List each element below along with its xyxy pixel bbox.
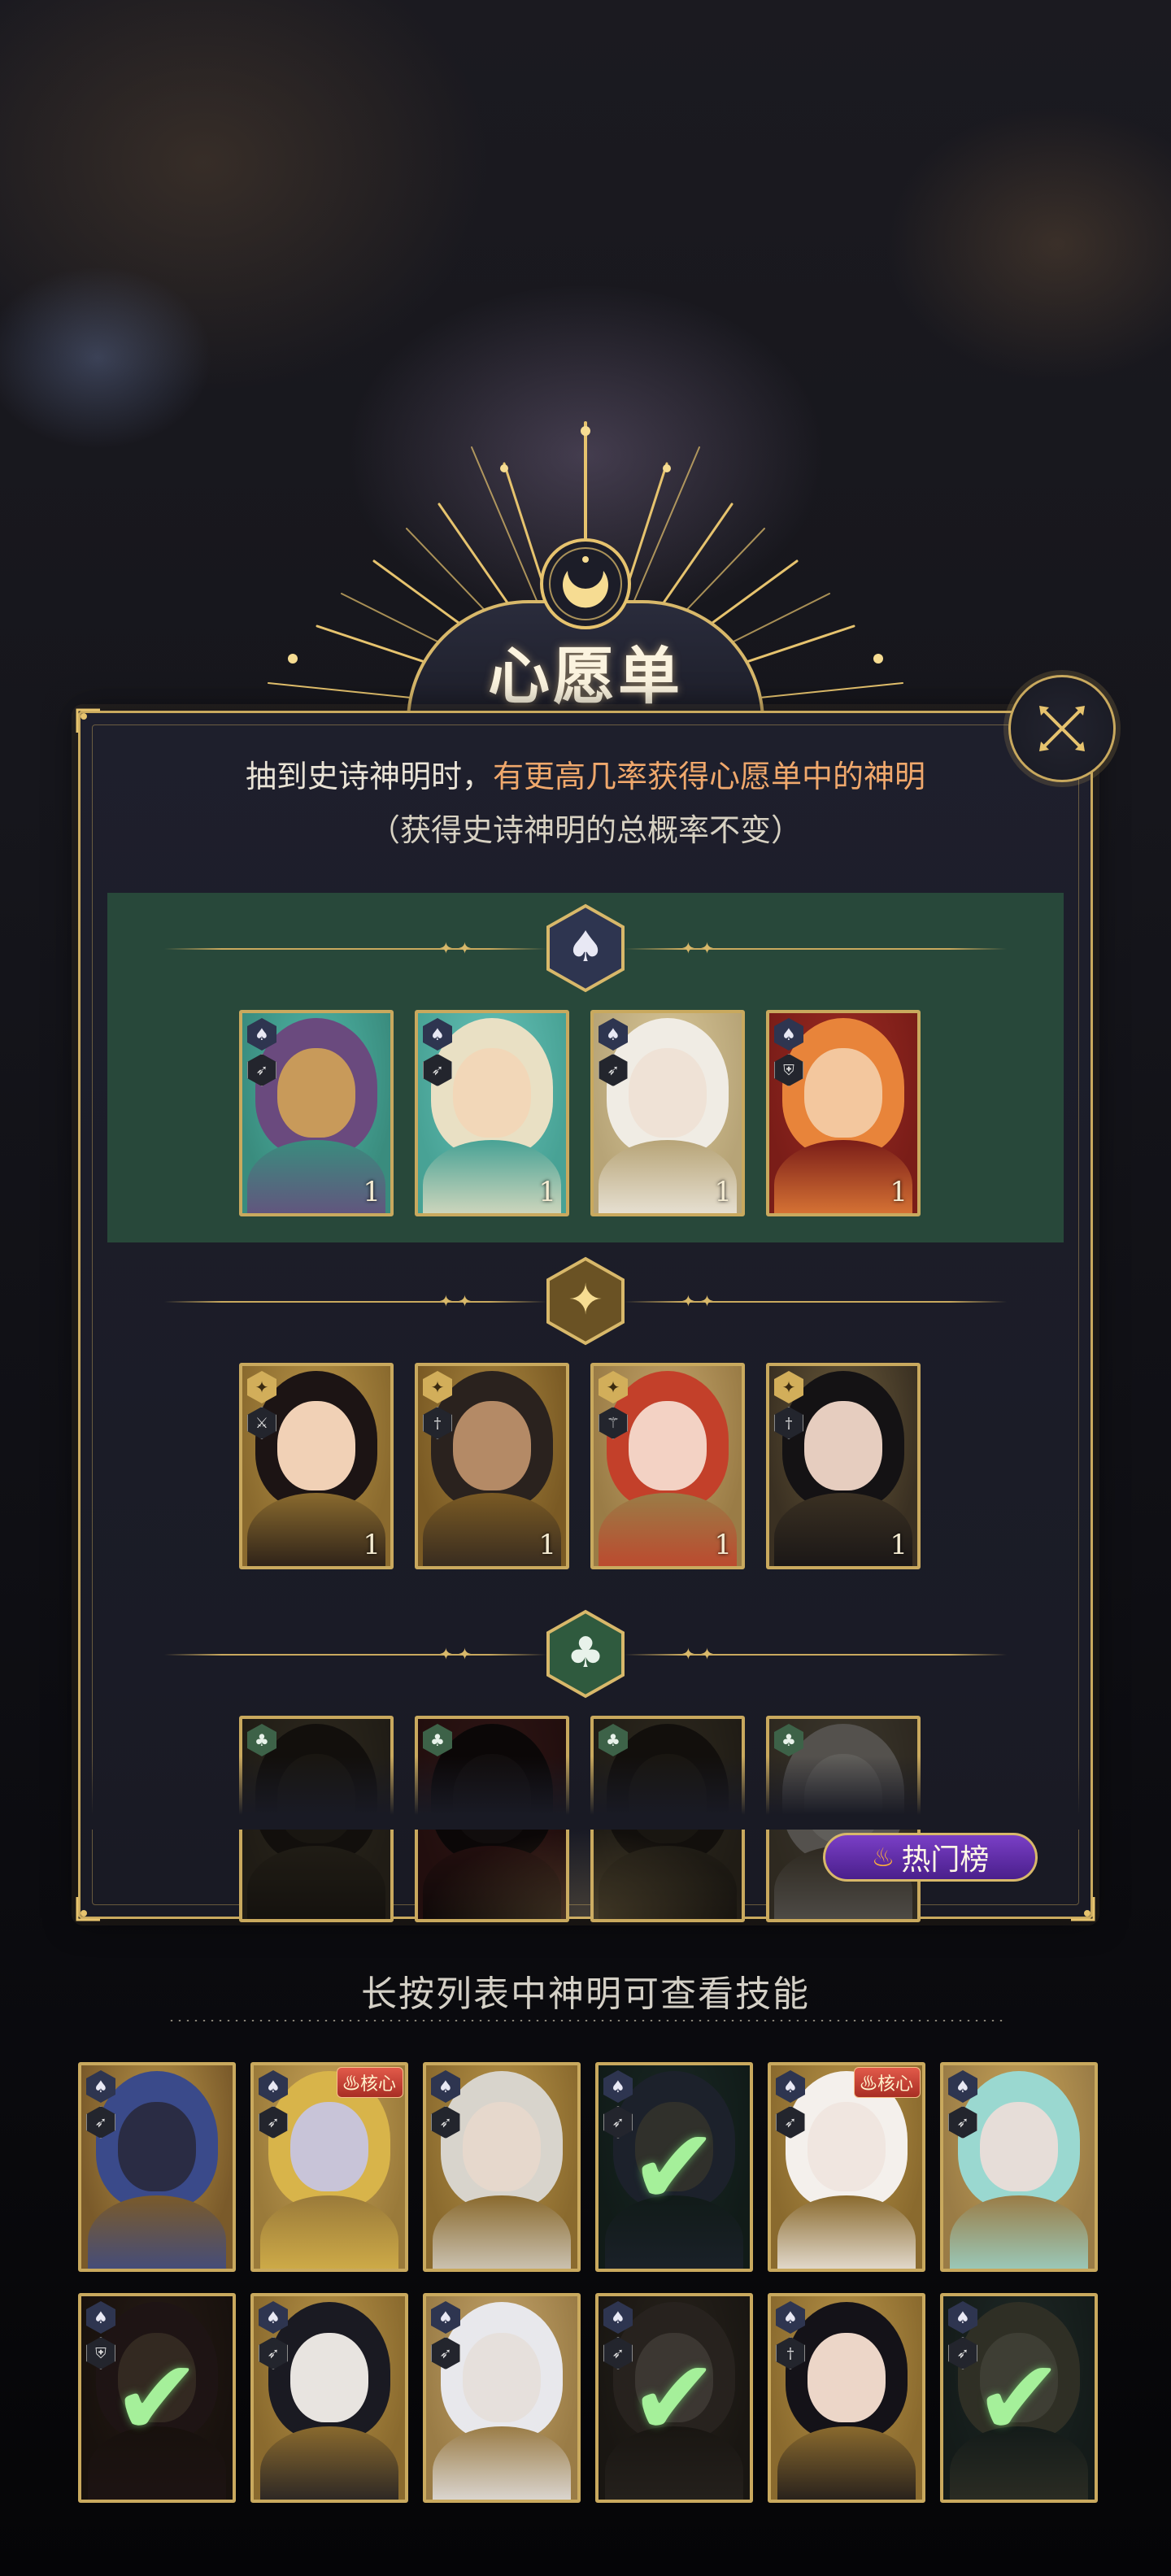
svg-text:✦: ✦ (568, 1276, 603, 1325)
god-card[interactable]: ♠ ➶ (423, 2293, 581, 2503)
tier-badge-sparkle-icon[interactable]: ✦ (545, 1255, 626, 1347)
god-card[interactable]: ♠ ➶ (250, 2293, 408, 2503)
god-card[interactable]: ✦ ⚚ 1 (590, 1363, 745, 1569)
tier-badge-spade-icon[interactable]: ♠ (545, 903, 626, 994)
probability-note: （获得史诗神明的总概率不变） (368, 812, 802, 848)
star-dots: ✦ ✦ (439, 1291, 472, 1311)
portrait-face (277, 1401, 355, 1491)
god-card[interactable]: ♠ ➶ ✔ (595, 2293, 753, 2503)
portrait-face (118, 2102, 196, 2191)
portrait-face (463, 2333, 541, 2422)
tier-rule (164, 1654, 546, 1656)
hot-ranking-button[interactable]: ♨ 热门榜 (823, 1833, 1038, 1882)
god-card[interactable]: ♠ ➶ ✔ (595, 2062, 753, 2272)
god-card[interactable]: ♠ † (768, 2293, 925, 2503)
tier-card-row: ♠ ➶ 1 ♠ ➶ 1 ♠ ➶ 1 ♠ ⛨ 1 (239, 1010, 921, 1216)
corner-ornament-icon (76, 708, 100, 733)
star-dots: ✦ ✦ (439, 938, 472, 958)
tier-badge-club-icon[interactable]: ♣ (545, 1608, 626, 1699)
flame-icon: ♨ (871, 1842, 895, 1873)
portrait-face (980, 2102, 1058, 2191)
portrait-face (804, 1048, 882, 1138)
panel-bottom-glow (423, 1830, 748, 1919)
god-card[interactable]: ♠ ➶ (940, 2062, 1098, 2272)
god-card[interactable]: ♠ ➶ 1 (415, 1010, 569, 1216)
portrait-face (277, 1048, 355, 1138)
svg-text:♠: ♠ (567, 923, 605, 972)
roster-row: ♠ ➶ ♠ ➶ ♨核心 ♠ ➶ ♠ ➶ ✔ ♠ ➶ ♨核心 ♠ ➶ (78, 2062, 1098, 2272)
god-card[interactable]: ✦ † 1 (415, 1363, 569, 1569)
core-tag-badge: ♨核心 (336, 2067, 403, 2098)
tier-rule (164, 1301, 546, 1303)
god-card[interactable]: ♠ ⛨ ✔ (78, 2293, 236, 2503)
tier-card-row: ✦ ⚔ 1 ✦ † 1 ✦ ⚚ 1 ✦ † 1 (239, 1363, 921, 1569)
star-dots: ✦ ✦ (681, 938, 714, 958)
check-mark-icon: ✔ (974, 2336, 1064, 2460)
portrait-face (290, 2102, 368, 2191)
core-tag-badge: ♨核心 (853, 2067, 921, 2098)
check-mark-icon: ✔ (112, 2336, 202, 2460)
card-level: 1 (890, 1176, 908, 1208)
card-level: 1 (363, 1529, 381, 1561)
dotted-divider (168, 2020, 1003, 2021)
card-level: 1 (714, 1529, 732, 1561)
long-press-hint: 长按列表中神明可查看技能 (361, 1973, 810, 2015)
card-level: 1 (714, 1176, 732, 1208)
star-dots: ✦ ✦ (439, 1644, 472, 1664)
portrait-face (629, 1401, 707, 1491)
svg-text:♣: ♣ (567, 1629, 605, 1677)
god-card[interactable]: ♠ ➶ (78, 2062, 236, 2272)
card-level: 1 (890, 1529, 908, 1561)
portrait-face (463, 2102, 541, 2191)
subtitle-highlight: 有更高几率获得心愿单中的神明 (493, 759, 926, 794)
card-level: 1 (538, 1176, 556, 1208)
god-card[interactable]: ♠ ➶ ✔ (940, 2293, 1098, 2503)
hot-ranking-label: 热门榜 (901, 1843, 990, 1877)
moon-emblem-icon (540, 538, 631, 629)
god-card[interactable]: ✦ ⚔ 1 (239, 1363, 394, 1569)
portrait-face (453, 1401, 531, 1491)
corner-ornament-icon (76, 1897, 100, 1921)
dialog-title: 心愿单 (488, 640, 683, 712)
list-fade (81, 1756, 1090, 1830)
subtitle-plain: 抽到史诗神明时， (245, 759, 493, 794)
god-card[interactable]: ♠ ➶ ♨核心 (768, 2062, 925, 2272)
check-mark-icon: ✔ (629, 2105, 719, 2229)
portrait-face (808, 2102, 886, 2191)
portrait-face (290, 2333, 368, 2422)
corner-ornament-icon (1071, 1897, 1095, 1921)
star-dots: ✦ ✦ (681, 1291, 714, 1311)
god-card[interactable]: ♠ ➶ (423, 2062, 581, 2272)
god-card[interactable]: ♠ ➶ ♨核心 (250, 2062, 408, 2272)
wishlist-tier: ✦ ✦ ✦ ✦ ♣ ♣ ♣ ♣ ♣ (107, 1599, 1064, 1922)
tier-rule (164, 948, 546, 950)
god-card[interactable]: ♠ ⛨ 1 (766, 1010, 921, 1216)
check-mark-icon: ✔ (629, 2336, 719, 2460)
portrait-face (808, 2333, 886, 2422)
portrait-face (629, 1048, 707, 1138)
wishlist-tier: ✦ ✦ ✦ ✦ ♠ ♠ ➶ 1 ♠ ➶ 1 ♠ ➶ 1 ♠ ⛨ 1 (107, 893, 1064, 1242)
portrait-face (804, 1401, 882, 1491)
star-dots: ✦ ✦ (681, 1644, 714, 1664)
god-card[interactable]: ✦ † 1 (766, 1363, 921, 1569)
dialog-subtitle: 抽到史诗神明时，有更高几率获得心愿单中的神明 (78, 751, 1093, 796)
roster-row: ♠ ⛨ ✔ ♠ ➶ ♠ ➶ ♠ ➶ ✔ ♠ † ♠ ➶ ✔ (78, 2293, 1098, 2503)
card-level: 1 (363, 1176, 381, 1208)
portrait-face (453, 1048, 531, 1138)
god-card[interactable]: ♠ ➶ 1 (590, 1010, 745, 1216)
god-card[interactable]: ♠ ➶ 1 (239, 1010, 394, 1216)
card-level: 1 (538, 1529, 556, 1561)
wishlist-tier: ✦ ✦ ✦ ✦ ✦ ✦ ⚔ 1 ✦ † 1 ✦ ⚚ 1 ✦ † 1 (107, 1246, 1064, 1595)
